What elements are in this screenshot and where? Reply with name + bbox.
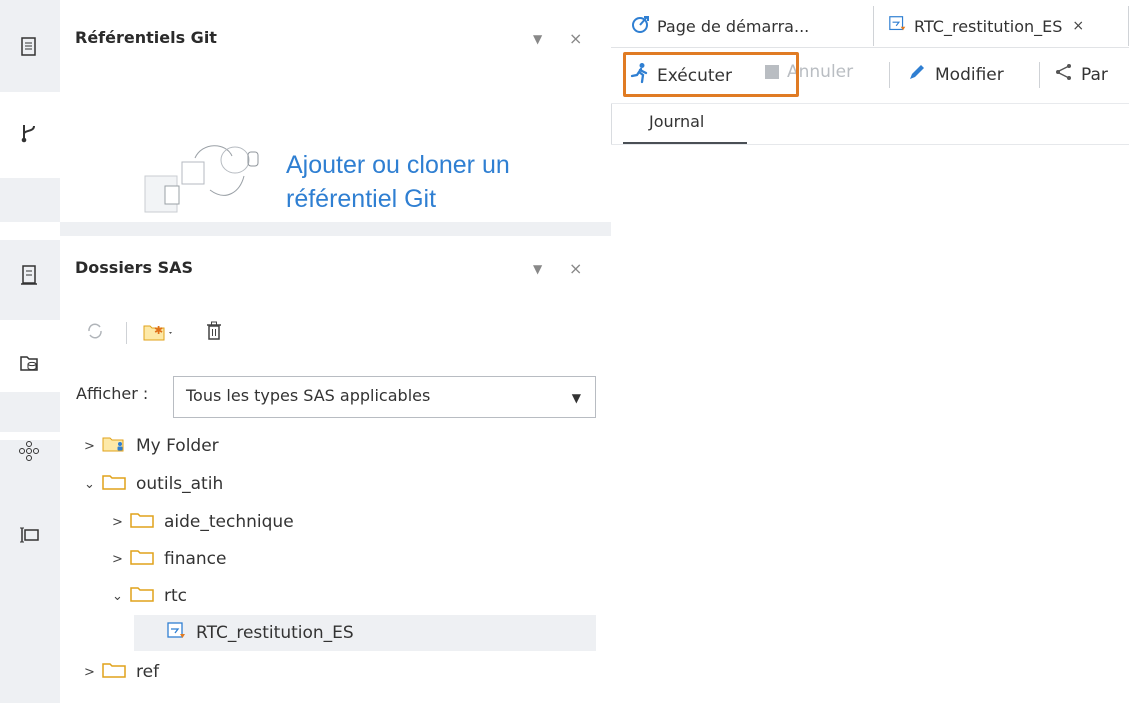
toolbar-separator — [126, 322, 127, 344]
text-cursor-icon[interactable] — [16, 522, 42, 548]
git-branch-icon[interactable] — [16, 120, 42, 146]
folder-icon — [130, 585, 156, 608]
edit-button[interactable]: Modifier — [907, 62, 1004, 87]
select-value: Tous les types SAS applicables — [186, 386, 431, 405]
server-icon[interactable] — [16, 262, 42, 288]
sas-job-icon — [888, 14, 908, 38]
activity-rail — [0, 0, 60, 703]
add-or-clone-repository-link[interactable]: Ajouter ou cloner un référentiel Git — [286, 148, 510, 216]
chevron-down-icon: ▼ — [571, 391, 581, 405]
documents-icon[interactable] — [16, 34, 42, 60]
user-folder-icon — [102, 435, 128, 458]
rail-band — [0, 392, 60, 432]
tree-item-label: finance — [164, 549, 227, 569]
tree-item-label: ref — [136, 662, 160, 682]
tree-item-label: rtc — [164, 586, 188, 606]
folder-icon — [130, 511, 156, 534]
tree-item-finance[interactable]: > finance — [112, 541, 594, 577]
tree-item-label: outils_atih — [136, 474, 224, 494]
tab-start-page[interactable]: Page de démarra... — [631, 6, 866, 46]
tab-label: Page de démarra... — [657, 16, 810, 36]
share-icon — [1053, 62, 1075, 87]
chevron-right-icon[interactable]: > — [112, 552, 130, 567]
folder-icon — [102, 473, 128, 496]
tree-item-outils-atih[interactable]: ⌄ outils_atih — [84, 466, 594, 502]
folder-database-icon[interactable] — [16, 350, 42, 376]
rail-band — [0, 440, 60, 703]
chevron-down-icon[interactable]: ⌄ — [112, 589, 130, 604]
tree-item-ref[interactable]: > ref — [84, 654, 594, 690]
panel-title: Référentiels Git — [75, 28, 217, 47]
folder-icon — [130, 548, 156, 571]
button-label: Modifier — [935, 64, 1004, 85]
tree-item-label: RTC_restitution_ES — [196, 623, 354, 643]
tree-item-label: aide_technique — [164, 512, 294, 532]
refresh-icon[interactable] — [84, 320, 106, 346]
sas-job-icon — [166, 621, 188, 646]
close-icon[interactable]: × — [569, 259, 582, 278]
panel-menu-icon[interactable]: ▼ — [533, 32, 542, 46]
close-icon[interactable]: × — [569, 29, 582, 48]
tree-item-label: My Folder — [136, 436, 219, 456]
chevron-down-icon[interactable]: ⌄ — [84, 477, 102, 492]
tab-label: RTC_restitution_ES — [914, 16, 1063, 36]
share-button[interactable]: Par — [1053, 62, 1108, 87]
svg-text:✱: ✱ — [154, 324, 163, 337]
start-page-icon — [631, 14, 651, 38]
chevron-right-icon[interactable]: > — [84, 665, 102, 680]
link-line: Ajouter ou cloner un — [286, 151, 510, 179]
tab-rtc-restitution-es[interactable]: RTC_restitution_ES × — [873, 6, 1129, 46]
folder-icon — [102, 661, 128, 684]
panel-menu-icon[interactable]: ▼ — [533, 262, 542, 276]
tree-item-aide-technique[interactable]: > aide_technique — [112, 504, 594, 540]
trash-icon[interactable] — [204, 320, 224, 346]
network-nodes-icon[interactable] — [16, 438, 42, 464]
tree-item-rtc-restitution-es[interactable]: RTC_restitution_ES — [134, 615, 596, 651]
editor-tabs: Page de démarra... RTC_restitution_ES × — [611, 0, 1129, 48]
editor-content-area — [611, 144, 1129, 703]
run-button-highlight — [623, 52, 799, 97]
tab-journal[interactable]: Journal — [623, 110, 747, 144]
git-clone-illustration-icon — [140, 138, 275, 216]
panel-separator — [60, 222, 611, 236]
button-label: Par — [1081, 64, 1108, 85]
tree-item-rtc[interactable]: ⌄ rtc — [112, 578, 594, 614]
sas-folders-toolbar: ✱ — [60, 320, 600, 350]
toolbar-separator — [889, 62, 890, 88]
filter-label: Afficher : — [76, 384, 149, 403]
toolbar-separator — [1039, 62, 1040, 88]
tree-item-my-folder[interactable]: > My Folder — [84, 428, 594, 464]
rail-band — [0, 178, 60, 222]
panel-title: Dossiers SAS — [75, 258, 194, 277]
pencil-icon — [907, 62, 927, 87]
type-filter-select[interactable]: Tous les types SAS applicables ▼ — [173, 376, 596, 418]
close-icon[interactable]: × — [1072, 18, 1084, 34]
chevron-right-icon[interactable]: > — [112, 515, 130, 530]
link-line: référentiel Git — [286, 185, 437, 213]
chevron-right-icon[interactable]: > — [84, 439, 102, 454]
new-folder-icon[interactable]: ✱ — [142, 320, 176, 348]
